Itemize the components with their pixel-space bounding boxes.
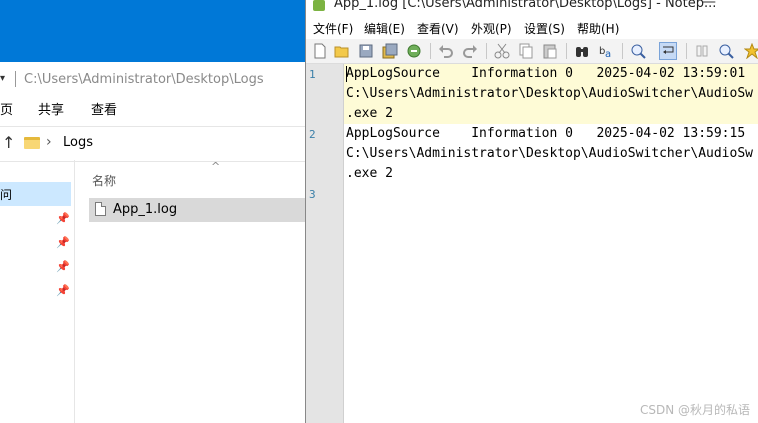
toolbar-separator (430, 43, 431, 59)
all-chars-icon[interactable] (694, 43, 710, 59)
column-header-name[interactable]: 名称 (92, 172, 116, 189)
favorite-icon[interactable] (744, 43, 758, 59)
notepad-plus-plus-window: App_1.log [C:\Users\Administrator\Deskto… (305, 0, 758, 423)
toolbar-separator (486, 43, 487, 59)
undo-icon[interactable] (438, 43, 454, 59)
menu-help[interactable]: 帮助(H) (577, 20, 619, 37)
file-explorer-window: ▾ C:\Users\Administrator\Desktop\Logs 页 … (0, 0, 305, 423)
code-line[interactable]: .exe 2 (346, 106, 393, 121)
zoom-icon[interactable] (630, 43, 646, 59)
menu-appearance[interactable]: 外观(P) (471, 20, 512, 37)
minimize-button[interactable]: — (702, 0, 716, 10)
ribbon-tab-page[interactable]: 页 (0, 99, 13, 118)
pin-icon[interactable]: 📌 (56, 212, 70, 225)
document-icon (95, 202, 106, 216)
menu-view[interactable]: 查看(V) (417, 20, 459, 37)
ribbon-tab-share[interactable]: 共享 (38, 99, 64, 118)
line-number: 1 (309, 68, 316, 81)
toolbar-separator (686, 43, 687, 59)
address-dropdown-icon[interactable]: ▾ (0, 73, 5, 84)
menu-edit[interactable]: 编辑(E) (364, 20, 405, 37)
new-file-icon[interactable] (312, 43, 328, 59)
save-all-icon[interactable] (382, 43, 398, 59)
address-separator (15, 71, 16, 87)
address-path[interactable]: C:\Users\Administrator\Desktop\Logs (24, 72, 264, 87)
nav-pane-selected-label: 问 (0, 188, 13, 202)
file-list-item[interactable]: App_1.log (89, 198, 305, 222)
open-file-icon[interactable] (334, 43, 350, 59)
paste-icon[interactable] (542, 43, 558, 59)
notepad-titlebar: App_1.log [C:\Users\Administrator\Deskto… (306, 0, 758, 16)
up-arrow-icon[interactable]: ↑ (2, 133, 15, 152)
explorer-nav-bar: ↑ › Logs (0, 126, 305, 162)
breadcrumb-chevron-icon[interactable]: › (46, 134, 52, 150)
close-icon[interactable] (406, 43, 422, 59)
menu-settings[interactable]: 设置(S) (524, 20, 565, 37)
ribbon-tab-view[interactable]: 查看 (91, 99, 117, 118)
sort-caret-icon: ^ (211, 160, 221, 173)
line-number: 2 (309, 128, 316, 141)
watermark: CSDN @秋月的私语 (639, 403, 750, 417)
line-number-gutter: 1 2 3 (306, 64, 344, 423)
replace-icon[interactable]: ba (598, 43, 614, 59)
menu-file[interactable]: 文件(F) (313, 20, 353, 37)
code-line[interactable]: C:\Users\Administrator\Desktop\AudioSwit… (346, 146, 753, 161)
explorer-titlebar (0, 0, 305, 62)
text-caret (346, 66, 347, 82)
explorer-navigation-pane: 问 📌 📌 📌 📌 (0, 160, 75, 423)
explorer-address-row: ▾ C:\Users\Administrator\Desktop\Logs (0, 67, 305, 93)
menu-bar: 文件(F) 编辑(E) 查看(V) 外观(P) 设置(S) 帮助(H) (306, 18, 758, 38)
copy-icon[interactable] (518, 43, 534, 59)
window-title: App_1.log [C:\Users\Administrator\Deskto… (334, 0, 717, 11)
find-icon[interactable] (574, 43, 590, 59)
toolbar-separator (622, 43, 623, 59)
cut-icon[interactable] (494, 43, 510, 59)
explorer-ribbon-tabs: 页 共享 查看 (0, 97, 305, 119)
toolbar-separator (566, 43, 567, 59)
pin-icon[interactable]: 📌 (56, 236, 70, 249)
line-number: 3 (309, 188, 316, 201)
notepad-app-icon (313, 0, 325, 11)
pin-icon[interactable]: 📌 (56, 284, 70, 297)
redo-icon[interactable] (462, 43, 478, 59)
code-line[interactable]: AppLogSource Information 0 2025-04-02 13… (346, 66, 745, 81)
code-line[interactable]: C:\Users\Administrator\Desktop\AudioSwit… (346, 86, 753, 101)
code-line[interactable]: .exe 2 (346, 166, 393, 181)
pin-icon[interactable]: 📌 (56, 260, 70, 273)
breadcrumb-logs[interactable]: Logs (63, 135, 93, 150)
toolbar: ba (306, 39, 758, 64)
save-icon[interactable] (358, 43, 374, 59)
code-line[interactable]: AppLogSource Information 0 2025-04-02 13… (346, 126, 745, 141)
word-wrap-icon[interactable] (659, 42, 677, 60)
nav-pane-selected-item[interactable]: 问 (0, 182, 71, 206)
search-icon[interactable] (718, 43, 734, 59)
folder-icon (24, 137, 40, 149)
svg-text:a: a (605, 49, 611, 59)
file-name: App_1.log (113, 202, 178, 217)
